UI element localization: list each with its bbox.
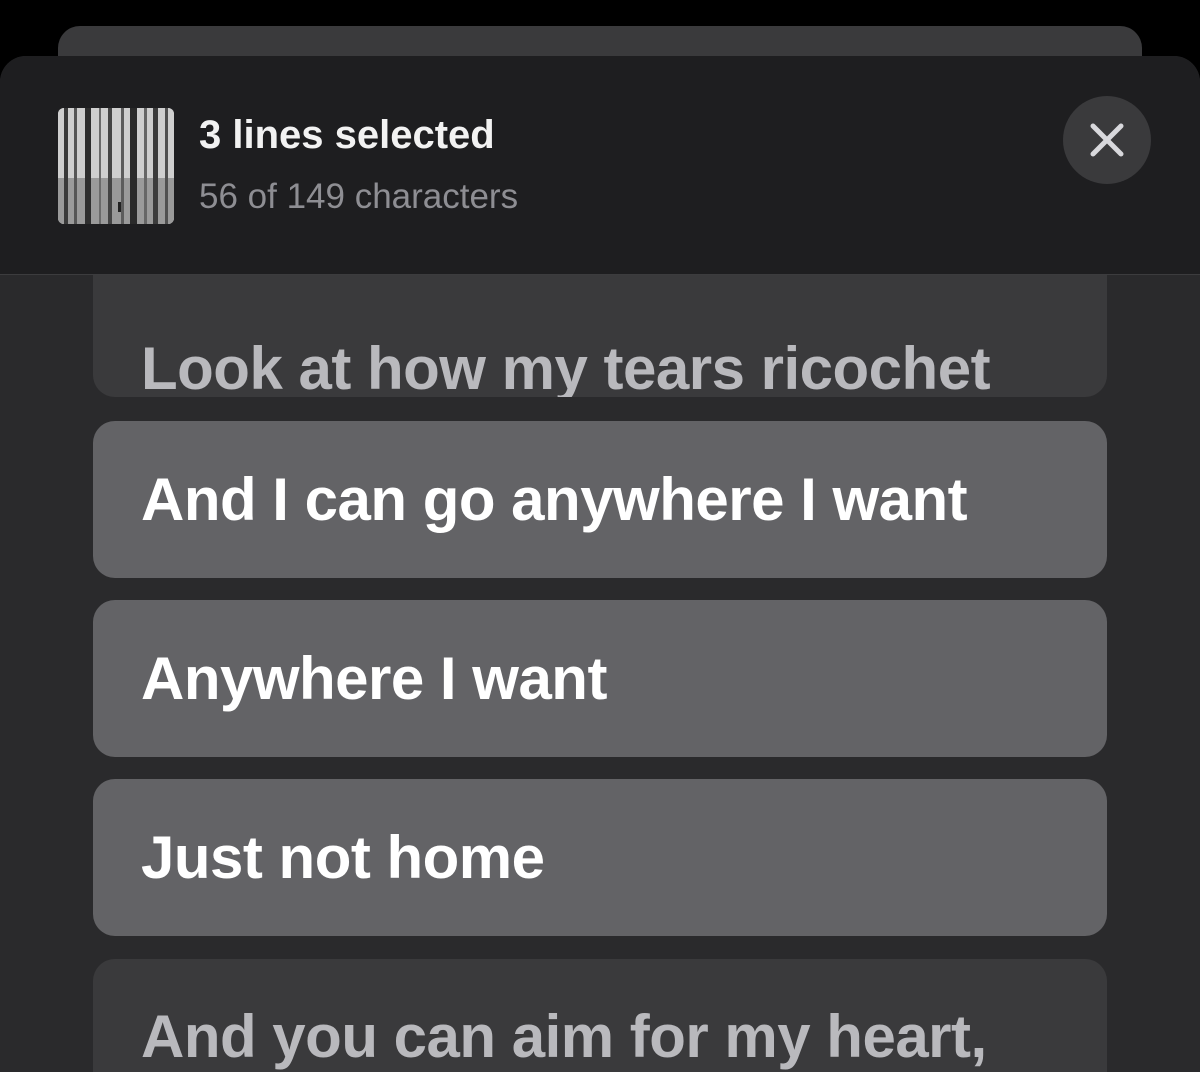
forest-artwork-icon [58, 108, 174, 224]
album-artwork-icon [58, 108, 174, 224]
lyric-text: Just not home [141, 824, 545, 891]
sheet-header: 3 lines selected 56 of 149 characters [0, 56, 1200, 275]
lyrics-share-sheet: Look at how my tears ricochet And I can … [0, 56, 1200, 1072]
character-count: 56 of 149 characters [199, 177, 519, 216]
close-button[interactable] [1063, 96, 1151, 184]
lyric-text: Look at how my tears ricochet [141, 335, 991, 397]
lyric-line-selected[interactable]: And I can go anywhere I want [93, 421, 1107, 578]
lyric-text: And I can go anywhere I want [141, 466, 968, 533]
lyric-line[interactable]: And you can aim for my heart, [93, 959, 1107, 1072]
screen: Look at how my tears ricochet And I can … [0, 0, 1200, 1072]
lyric-line-selected[interactable]: Anywhere I want [93, 600, 1107, 757]
lyric-line-selected[interactable]: Just not home [93, 779, 1107, 936]
close-icon [1090, 123, 1124, 157]
lyric-text: And you can aim for my heart, [141, 1003, 987, 1070]
selection-title: 3 lines selected [199, 113, 495, 157]
lyric-text: Anywhere I want [141, 645, 607, 712]
